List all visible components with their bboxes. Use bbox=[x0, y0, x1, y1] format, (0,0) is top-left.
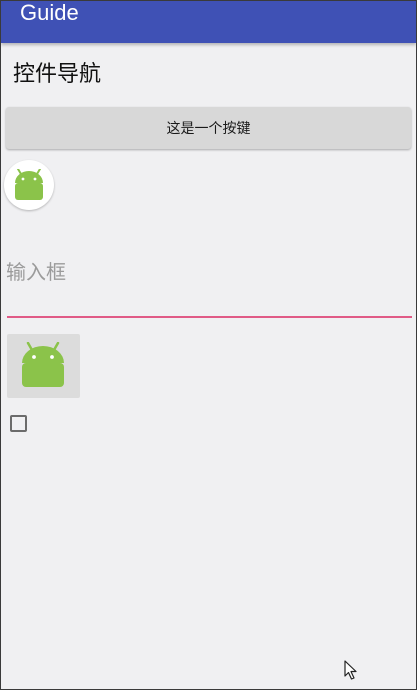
primary-button[interactable]: 这是一个按键 bbox=[6, 107, 411, 149]
android-icon bbox=[15, 169, 43, 200]
avatar-image bbox=[4, 160, 54, 210]
input-placeholder: 输入框 bbox=[6, 260, 66, 284]
input-underline bbox=[7, 316, 412, 318]
text-input[interactable]: 输入框 bbox=[6, 253, 412, 319]
app-window: Guide 控件导航 这是一个按键 输入框 bbox=[0, 0, 417, 690]
android-icon bbox=[22, 342, 64, 387]
app-bar: Guide bbox=[1, 1, 416, 43]
mouse-pointer-icon bbox=[344, 660, 358, 684]
app-title: Guide bbox=[20, 0, 79, 25]
checkbox[interactable] bbox=[10, 415, 27, 432]
image-button[interactable] bbox=[7, 334, 80, 398]
page-heading: 控件导航 bbox=[13, 62, 102, 87]
